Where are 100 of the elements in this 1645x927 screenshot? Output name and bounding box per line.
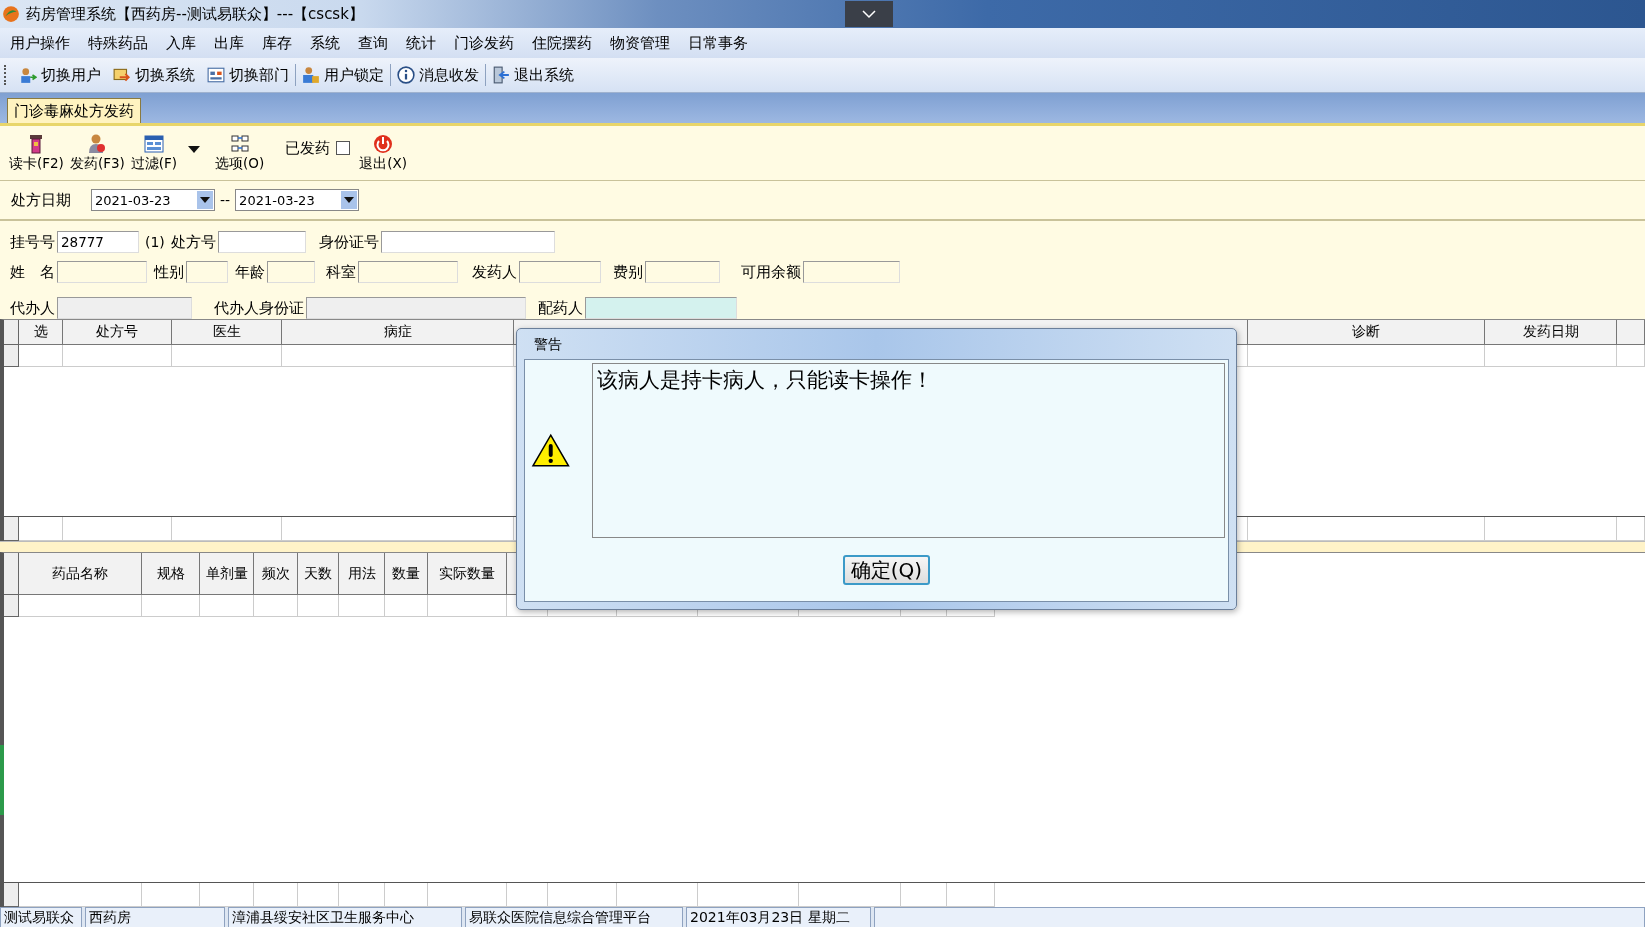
- toolbar-button[interactable]: 切换系统: [107, 65, 201, 85]
- row-header[interactable]: [4, 883, 19, 907]
- toolbar-button[interactable]: 退出系统: [486, 65, 580, 85]
- input-field[interactable]: [645, 261, 720, 283]
- column-header[interactable]: 诊断: [1248, 320, 1485, 345]
- input-field[interactable]: 28777: [57, 231, 139, 253]
- dropdown-button[interactable]: [197, 191, 213, 209]
- input-field[interactable]: [380, 231, 555, 253]
- menu-item[interactable]: 特殊药品: [80, 33, 158, 53]
- menu-item[interactable]: 库存: [254, 33, 302, 53]
- scroll-indicator: [0, 745, 4, 815]
- input-field[interactable]: [358, 261, 458, 283]
- menu-item[interactable]: 出库: [206, 33, 254, 53]
- door-icon: [492, 66, 510, 84]
- info-icon: [397, 66, 415, 84]
- field-label: 处方号: [170, 232, 216, 252]
- table-cell: [339, 595, 385, 617]
- column-header[interactable]: 选: [19, 320, 63, 345]
- column-header[interactable]: 数量: [385, 553, 428, 595]
- action-button[interactable]: 发药(F3): [66, 133, 128, 173]
- field-label: 代办人: [10, 298, 55, 318]
- table-cell: [142, 595, 200, 617]
- column-header[interactable]: 单剂量: [200, 553, 254, 595]
- field-label: 年龄: [235, 262, 265, 282]
- ok-button[interactable]: 确定(Q): [842, 554, 931, 585]
- user-icon: [19, 66, 37, 84]
- date-label: 处方日期: [11, 190, 72, 210]
- checkbox[interactable]: [336, 141, 351, 155]
- status-panel: 2021年03月23日 星期二: [686, 907, 871, 927]
- column-header[interactable]: 用法: [339, 553, 385, 595]
- corner-cell: [4, 320, 19, 345]
- caret-icon[interactable]: [188, 145, 201, 153]
- menu-item[interactable]: 门诊发药: [446, 33, 524, 53]
- table-cell: [254, 595, 298, 617]
- input-field[interactable]: [57, 261, 147, 283]
- field-label: 科室: [326, 262, 356, 282]
- menu-item[interactable]: 住院摆药: [524, 33, 602, 53]
- menu-item[interactable]: 系统: [302, 33, 350, 53]
- toolbar-button[interactable]: 切换部门: [201, 65, 295, 85]
- dialog-title: 警告: [533, 335, 562, 354]
- menu-item[interactable]: 日常事务: [680, 33, 758, 53]
- table-icon: [142, 133, 165, 155]
- power-icon: [372, 133, 395, 155]
- row-header[interactable]: [4, 595, 19, 617]
- input-field[interactable]: [803, 261, 900, 283]
- field-label: 配药人: [538, 298, 583, 318]
- row-header[interactable]: [4, 345, 19, 367]
- date-separator: --: [220, 192, 231, 208]
- menu-item[interactable]: 用户操作: [2, 33, 80, 53]
- column-header[interactable]: 病症: [282, 320, 514, 345]
- message-text: 该病人是持卡病人，只能读卡操作！: [592, 363, 1225, 538]
- field-label: 性别: [154, 262, 184, 282]
- field-label: 费别: [613, 262, 643, 282]
- menu-item[interactable]: 物资管理: [602, 33, 680, 53]
- dropdown-button[interactable]: [341, 191, 358, 209]
- tab[interactable]: 门诊毒麻处方发药: [7, 98, 141, 123]
- chevron-down-icon: [861, 9, 877, 19]
- column-header[interactable]: [1617, 320, 1645, 345]
- column-header[interactable]: 天数: [298, 553, 339, 595]
- column-header[interactable]: 处方号: [63, 320, 172, 345]
- column-header[interactable]: 频次: [254, 553, 298, 595]
- input-field[interactable]: [267, 261, 315, 283]
- row-header[interactable]: [4, 517, 19, 541]
- column-header[interactable]: 发药日期: [1485, 320, 1617, 345]
- action-button[interactable]: 退出(X): [356, 133, 411, 173]
- column-header[interactable]: 实际数量: [428, 553, 507, 595]
- menu-item[interactable]: 入库: [158, 33, 206, 53]
- window-title: 药房管理系统【西药房--测试易联众】---【cscsk】: [26, 4, 364, 24]
- toolbar-button[interactable]: 切换用户: [13, 65, 107, 85]
- action-button[interactable]: 选项(O): [212, 133, 268, 173]
- toolbar-button[interactable]: 消息收发: [391, 65, 485, 85]
- input-field[interactable]: [519, 261, 601, 283]
- status-panel: 易联众医院信息综合管理平台: [465, 907, 683, 927]
- action-button[interactable]: 过滤(F): [127, 133, 181, 173]
- input-field[interactable]: [186, 261, 228, 283]
- menu-item[interactable]: 统计: [398, 33, 446, 53]
- table-cell: [298, 595, 339, 617]
- caret-icon: [200, 197, 210, 203]
- column-header[interactable]: 规格: [142, 553, 200, 595]
- table-cell: [200, 595, 254, 617]
- field-label: 姓 名: [10, 262, 55, 282]
- checkbox-label: 已发药: [285, 138, 331, 158]
- field-label: 身份证号: [318, 232, 379, 252]
- menu-item[interactable]: 查询: [350, 33, 398, 53]
- warning-icon: [531, 432, 571, 469]
- input-field[interactable]: [585, 297, 737, 319]
- column-header[interactable]: 药品名称: [19, 553, 142, 595]
- input-field[interactable]: [217, 231, 306, 253]
- status-panel: 西药房: [85, 907, 225, 927]
- field-label: 发药人: [472, 262, 517, 282]
- corner-cell: [4, 553, 19, 595]
- field-label: 可用余额: [741, 262, 801, 282]
- toolbar-button[interactable]: 用户锁定: [296, 65, 390, 85]
- action-button[interactable]: 读卡(F2): [6, 133, 67, 173]
- column-header[interactable]: 医生: [172, 320, 282, 345]
- field-label: 挂号号: [10, 232, 55, 252]
- status-panel: 测试易联众: [0, 907, 82, 927]
- field-label: 代办人身份证: [214, 298, 304, 318]
- status-panel: 漳浦县绥安社区卫生服务中心: [228, 907, 462, 927]
- app-logo-icon: [2, 5, 20, 23]
